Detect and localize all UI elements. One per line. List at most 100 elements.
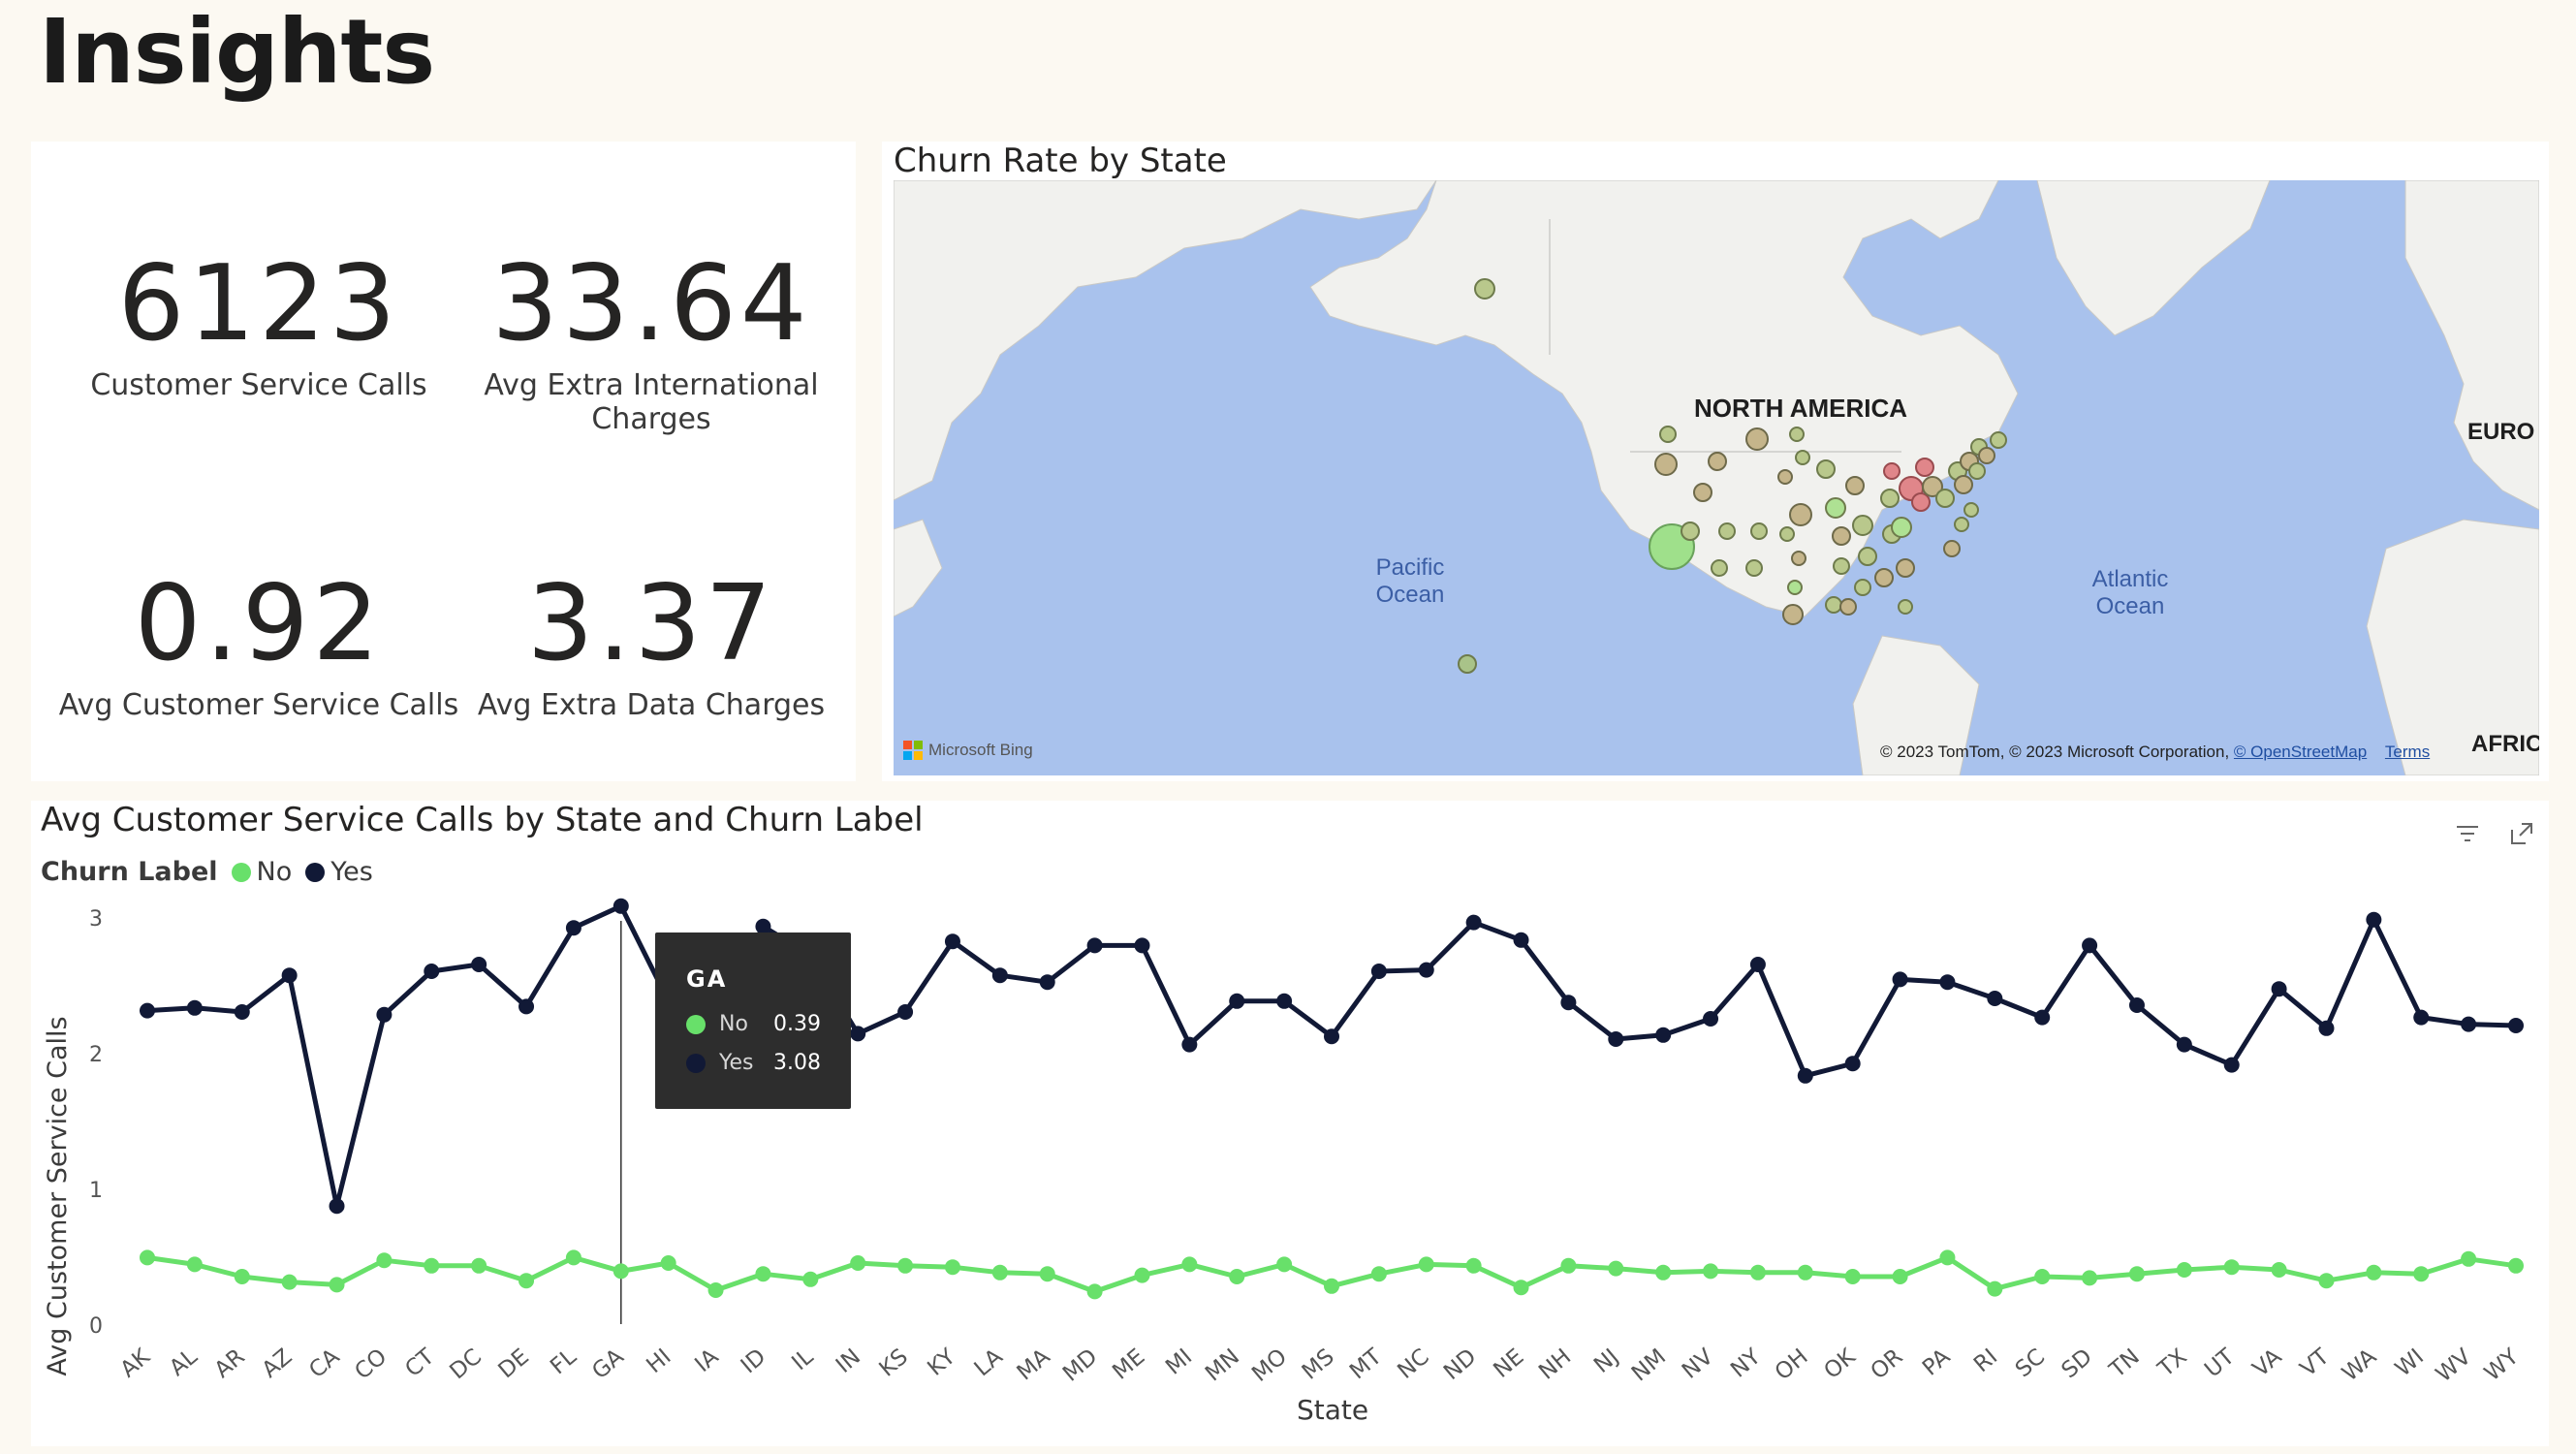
data-point-no-nh[interactable] — [1560, 1257, 1577, 1274]
bubble-ut[interactable] — [1718, 522, 1736, 540]
kpi-avg-extra-data-charges[interactable]: 3.37 Avg Extra Data Charges — [448, 566, 855, 723]
bubble-mi[interactable] — [1880, 489, 1900, 508]
data-point-yes-mn[interactable] — [1229, 993, 1245, 1009]
data-point-yes-ks[interactable] — [897, 1004, 914, 1020]
data-point-no-pa[interactable] — [1939, 1249, 1956, 1266]
data-point-yes-tx[interactable] — [2176, 1036, 2192, 1053]
bubble-wi-n[interactable] — [1883, 462, 1901, 480]
bubble-nv[interactable] — [1681, 522, 1700, 541]
bubble-ma[interactable] — [1968, 462, 1986, 480]
data-point-yes-nj[interactable] — [1608, 1031, 1624, 1047]
data-point-yes-nv[interactable] — [1703, 1011, 1719, 1027]
bubble-mi-n[interactable] — [1915, 458, 1934, 477]
data-point-no-il[interactable] — [802, 1271, 819, 1287]
bubble-nc[interactable] — [1943, 540, 1961, 557]
bubble-ga[interactable] — [1874, 568, 1894, 587]
data-point-no-ny[interactable] — [1749, 1264, 1766, 1280]
bubble-wy[interactable] — [1750, 522, 1768, 540]
data-point-yes-mt[interactable] — [1370, 964, 1387, 979]
data-point-yes-me[interactable] — [1134, 937, 1150, 954]
bubble-nd[interactable] — [1789, 427, 1805, 442]
data-point-yes-ga[interactable] — [613, 898, 629, 914]
bubble-md[interactable] — [1963, 502, 1979, 518]
bubble-wv[interactable] — [1911, 492, 1931, 512]
bubble-al[interactable] — [1854, 579, 1871, 596]
bubble-ks[interactable] — [1791, 551, 1806, 566]
bubble-tx[interactable] — [1782, 604, 1804, 625]
bubble-fl[interactable] — [1898, 599, 1913, 615]
data-point-no-id[interactable] — [755, 1266, 771, 1282]
data-point-yes-ne[interactable] — [1513, 932, 1529, 948]
data-point-yes-de[interactable] — [518, 998, 535, 1015]
data-point-no-sd[interactable] — [2082, 1270, 2098, 1286]
data-point-no-sc[interactable] — [2034, 1269, 2051, 1284]
data-point-yes-ar[interactable] — [234, 1004, 250, 1020]
data-point-no-md[interactable] — [1086, 1283, 1103, 1300]
data-point-yes-nh[interactable] — [1560, 995, 1577, 1011]
data-point-no-ak[interactable] — [140, 1249, 155, 1266]
bubble-dc[interactable] — [1954, 517, 1969, 532]
bubble-hi[interactable] — [1458, 654, 1477, 674]
data-point-no-ri[interactable] — [1987, 1280, 2003, 1297]
data-point-no-wv[interactable] — [2461, 1250, 2477, 1267]
data-point-yes-co[interactable] — [376, 1006, 393, 1023]
data-point-no-me[interactable] — [1134, 1267, 1150, 1283]
bubble-me[interactable] — [1990, 431, 2007, 449]
data-point-no-ga[interactable] — [613, 1263, 629, 1280]
data-point-no-mt[interactable] — [1370, 1266, 1387, 1282]
data-point-yes-ca[interactable] — [329, 1198, 345, 1215]
data-point-yes-md[interactable] — [1086, 937, 1103, 954]
data-point-no-nj[interactable] — [1608, 1260, 1624, 1277]
bubble-la[interactable] — [1825, 596, 1842, 614]
data-point-no-tn[interactable] — [2128, 1266, 2145, 1282]
kpi-avg-extra-international-charges[interactable]: 33.64 Avg Extra International Charges — [448, 246, 855, 437]
bubble-mt[interactable] — [1708, 452, 1727, 471]
bubble-nh[interactable] — [1978, 447, 1995, 464]
series-line-yes[interactable] — [146, 903, 2517, 1209]
bubble-az[interactable] — [1711, 559, 1728, 577]
data-point-no-co[interactable] — [376, 1252, 393, 1269]
data-point-yes-wa[interactable] — [2366, 911, 2382, 928]
data-point-yes-ms[interactable] — [1324, 1028, 1339, 1045]
data-point-no-mn[interactable] — [1229, 1269, 1245, 1284]
data-point-no-va[interactable] — [2271, 1262, 2287, 1278]
data-point-yes-ak[interactable] — [140, 1002, 155, 1019]
bubble-ak[interactable] — [1474, 278, 1495, 300]
data-point-yes-ok[interactable] — [1844, 1056, 1861, 1072]
data-point-no-wa[interactable] — [2366, 1264, 2382, 1280]
data-point-yes-or[interactable] — [1892, 971, 1908, 988]
data-point-no-nv[interactable] — [1703, 1263, 1719, 1280]
line-chart[interactable]: 0123AK AL AR AZ CA CO CT DC DE FL GA HI IA ID IL IN KS KY… — [31, 801, 2549, 1446]
data-point-no-wi[interactable] — [2413, 1266, 2430, 1282]
data-point-yes-wv[interactable] — [2461, 1016, 2477, 1032]
data-point-no-dc[interactable] — [471, 1257, 487, 1274]
data-point-no-ut[interactable] — [2223, 1259, 2240, 1276]
bubble-tn[interactable] — [1858, 547, 1877, 566]
data-point-no-hi[interactable] — [660, 1255, 676, 1271]
bubble-mo[interactable] — [1832, 526, 1851, 546]
data-point-yes-sc[interactable] — [2034, 1009, 2051, 1026]
kpi-customer-service-calls[interactable]: 6123 Customer Service Calls — [55, 246, 462, 403]
bubble-ms[interactable] — [1839, 598, 1857, 616]
data-point-yes-az[interactable] — [281, 967, 298, 984]
data-point-no-mi[interactable] — [1181, 1256, 1198, 1273]
bubble-ar[interactable] — [1833, 557, 1850, 575]
openstreetmap-link[interactable]: © OpenStreetMap — [2234, 743, 2367, 761]
bubble-or[interactable] — [1654, 453, 1678, 476]
bubble-ne[interactable] — [1789, 503, 1812, 526]
data-point-no-az[interactable] — [281, 1274, 298, 1290]
data-point-no-ia[interactable] — [707, 1282, 724, 1298]
data-point-yes-ky[interactable] — [944, 933, 960, 950]
kpi-avg-customer-service-calls[interactable]: 0.92 Avg Customer Service Calls — [55, 566, 462, 723]
data-point-yes-mo[interactable] — [1276, 993, 1293, 1009]
data-point-yes-mi[interactable] — [1181, 1036, 1198, 1053]
data-point-yes-va[interactable] — [2271, 981, 2287, 997]
bubble-nm[interactable] — [1745, 559, 1763, 577]
data-point-yes-sd[interactable] — [2082, 937, 2098, 954]
data-point-yes-vt[interactable] — [2318, 1020, 2335, 1036]
data-point-yes-ut[interactable] — [2223, 1057, 2240, 1073]
data-point-no-tx[interactable] — [2176, 1262, 2192, 1278]
bubble-va[interactable] — [1935, 489, 1955, 508]
bubble-sc[interactable] — [1896, 558, 1915, 578]
data-point-yes-wi[interactable] — [2413, 1009, 2430, 1026]
